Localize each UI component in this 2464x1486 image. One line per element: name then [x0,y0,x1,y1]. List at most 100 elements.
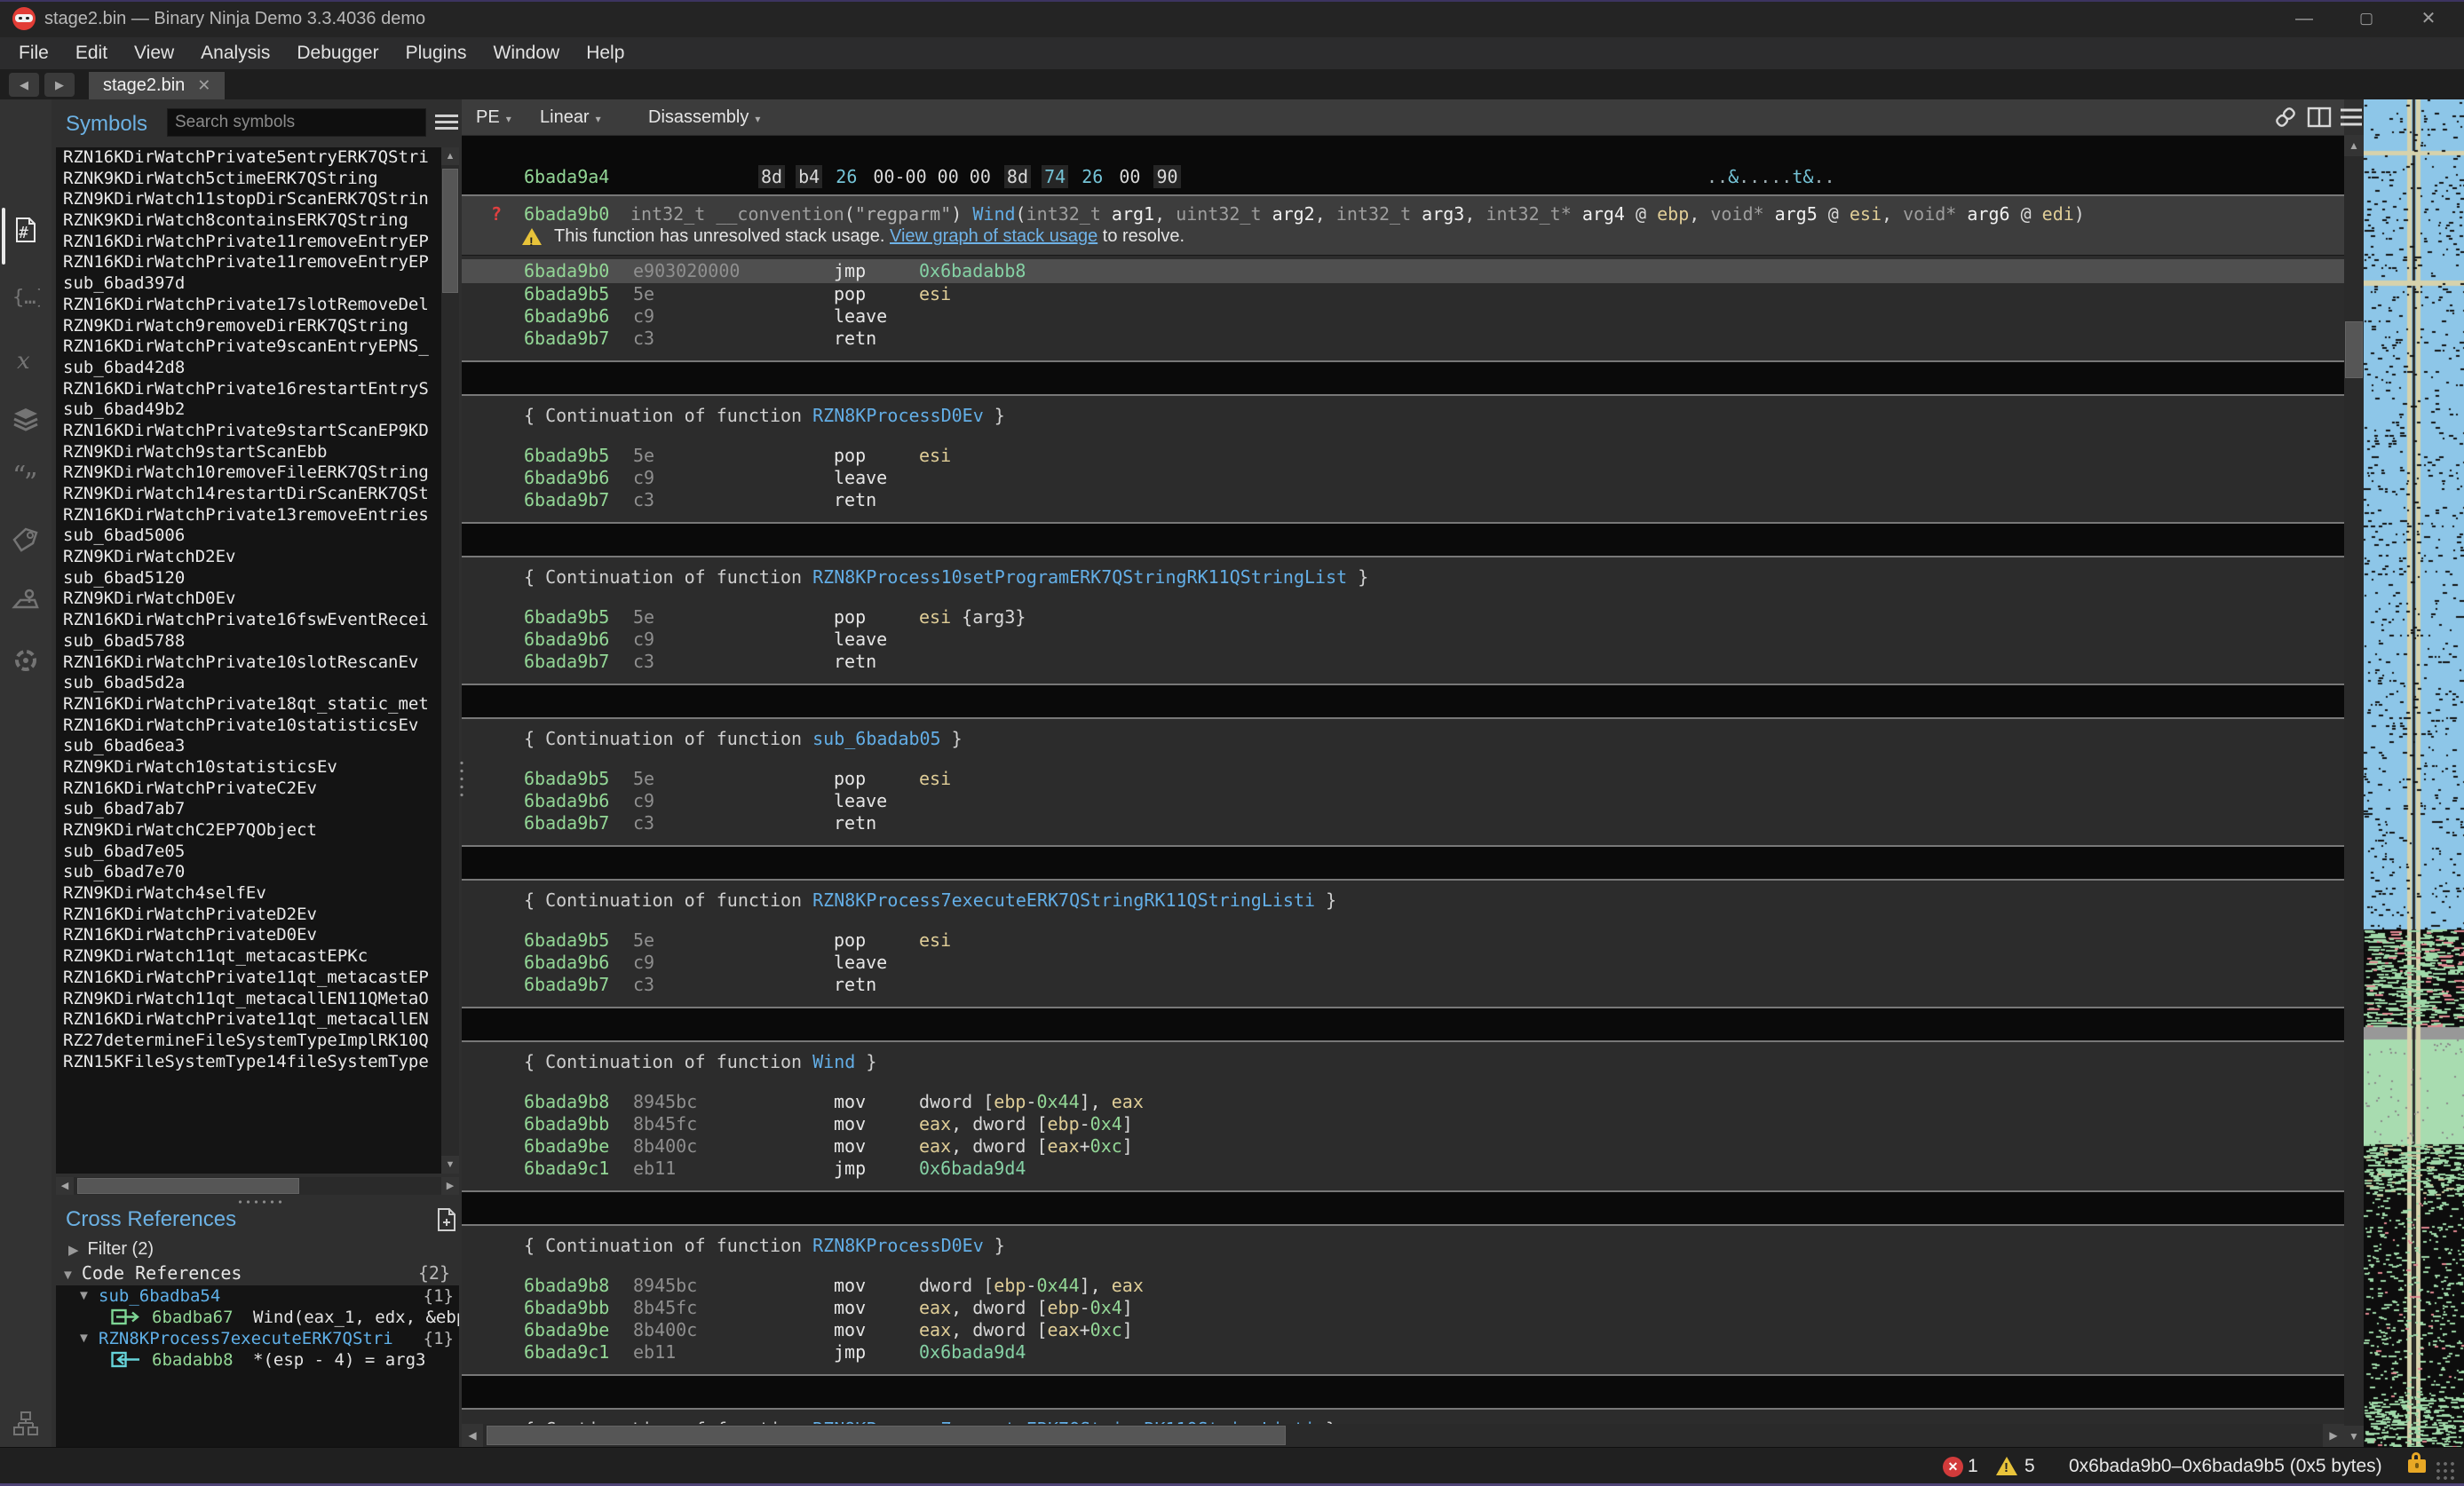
symbol-list-item[interactable]: RZN9KDirWatchD2Ev [56,547,459,568]
stack-layers-icon[interactable] [12,405,40,433]
symbol-list-item[interactable]: RZN9KDirWatch9startScanEbb [56,442,459,463]
symbol-list-item[interactable]: RZN16KDirWatchPrivate10statisticsEv [56,715,459,737]
mnemonic[interactable]: jmp [834,1341,866,1363]
mini-graph-icon[interactable] [12,1410,40,1438]
operands[interactable]: eax, dword [eax+0xc] [919,1319,1133,1341]
disassembly-view[interactable]: 6bada9a48d b4 26 00-00 00 00 8d 74 26 00… [462,136,2344,1424]
operands[interactable]: 0x6badabb8 [919,259,1026,283]
address[interactable]: 6bada9b7 [524,974,609,996]
address[interactable]: 6bada9b6 [524,628,609,651]
instruction-row[interactable]: 6bada9be8b400cmoveax, dword [eax+0xc] [462,1135,2344,1158]
scroll-up-icon[interactable]: ▲ [441,147,459,165]
address[interactable]: 6bada9be [524,1135,609,1158]
symbol-list-item[interactable]: RZN9KDirWatch10removeFileERK7QString [56,462,459,484]
operands[interactable]: esi [919,768,951,790]
hex-byte-row[interactable]: 6bada9a48d b4 26 00-00 00 00 8d 74 26 00… [462,166,2344,188]
symbol-list-item[interactable]: RZN16KDirWatchPrivate10slotRescanEv [56,652,459,674]
mnemonic[interactable]: mov [834,1113,866,1135]
symbol-list-item[interactable]: RZN9KDirWatch14restartDirScanERK7QSt [56,484,459,505]
symbol-list-item[interactable]: RZN16KDirWatchPrivate9scanEntryEPNS_ [56,336,459,358]
sidebar-main-splitter-handle[interactable] [458,759,465,798]
symbol-list-item[interactable]: RZN9KDirWatch11qt_metacastEPKc [56,946,459,968]
symbols-search-input[interactable] [167,108,426,137]
address[interactable]: 6bada9b6 [524,305,609,328]
mnemonic[interactable]: pop [834,283,866,305]
symbol-list-item[interactable]: sub_6bad6ea3 [56,736,459,757]
address[interactable]: 6bada9bb [524,1113,609,1135]
memory-map-icon[interactable] [12,586,40,614]
operands[interactable]: dword [ebp-0x44], eax [919,1275,1144,1297]
instruction-row[interactable]: 6bada9b6c9leave [462,790,2344,812]
tab-nav-forward-button[interactable]: ▶ [44,73,75,97]
instruction-row[interactable]: 6bada9b7c3retn [462,489,2344,511]
symbol-list-item[interactable]: RZN16KDirWatchPrivateD2Ev [56,905,459,926]
symbol-list-item[interactable]: sub_6bad5d2a [56,673,459,694]
mnemonic[interactable]: jmp [834,259,866,283]
symbol-list-item[interactable]: RZN16KDirWatchPrivateD0Ev [56,925,459,946]
symbol-list-item[interactable]: RZN9KDirWatch9removeDirERK7QString [56,316,459,337]
menu-item-file[interactable]: File [5,43,62,64]
mnemonic[interactable]: leave [834,467,887,489]
main-vscrollbar[interactable]: ▲ ▼ [2344,135,2364,1447]
symbol-list-item[interactable]: RZ27determineFileSystemTypeImplRK10Q [56,1031,459,1052]
mnemonic[interactable]: leave [834,305,887,328]
instruction-row[interactable]: 6bada9b7c3retn [462,974,2344,996]
menu-item-plugins[interactable]: Plugins [392,43,480,64]
address[interactable]: 6bada9b5 [524,445,609,467]
address[interactable]: 6bada9b5 [524,929,609,952]
instruction-row[interactable]: 6bada9b55epopesi [462,445,2344,467]
symbol-list-item[interactable]: RZN9KDirWatch11stopDirScanERK7QStrin [56,189,459,210]
symbol-list-item[interactable]: RZN16KDirWatchPrivate11removeEntryEP [56,252,459,273]
symbol-list-item[interactable]: RZN16KDirWatchPrivate13removeEntries [56,505,459,526]
symbols-icon[interactable]: # [12,216,40,244]
address[interactable]: 6bada9b6 [524,952,609,974]
find-target-icon[interactable] [12,646,40,675]
xrefs-filter-row[interactable]: ▶Filter (2) [56,1239,459,1261]
instruction-row[interactable]: 6bada9bb8b45fcmoveax, dword [ebp-0x4] [462,1113,2344,1135]
address[interactable]: 6bada9b7 [524,328,609,350]
address[interactable]: 6bada9b0 [524,259,609,283]
scroll-right-icon[interactable]: ▶ [441,1177,459,1195]
scroll-down-icon[interactable]: ▼ [2344,1426,2364,1447]
symbol-list-item[interactable]: RZN16KDirWatchPrivate11qt_metacastEP [56,968,459,989]
instruction-row[interactable]: 6bada9b88945bcmovdword [ebp-0x44], eax [462,1275,2344,1297]
il-mode-selector[interactable]: Disassembly▾ [648,99,760,135]
view-type-selector[interactable]: Linear▾ [540,99,601,135]
menu-item-window[interactable]: Window [480,43,574,64]
xref-address[interactable]: 6badba67 [152,1307,234,1328]
symbol-list-item[interactable]: sub_6bad5788 [56,631,459,652]
xref-reference-row[interactable]: 6badabb8*(esp - 4) = arg3 [56,1349,459,1371]
xref-function-row[interactable]: ▼sub_6badba54{1} [56,1285,459,1307]
variables-x-icon[interactable]: x [12,346,40,375]
symbol-list-item[interactable]: RZN16KDirWatchPrivate11qt_metacallEN [56,1009,459,1031]
feature-map[interactable] [2364,99,2464,1447]
instruction-row[interactable]: 6bada9b7c3retn [462,651,2344,673]
function-name[interactable]: RZN8KProcessD0Ev [812,405,984,426]
maximize-button[interactable]: ▢ [2346,5,2387,32]
address[interactable]: 6bada9c1 [524,1158,609,1180]
mnemonic[interactable]: retn [834,651,876,673]
main-hscrollbar-thumb[interactable] [487,1426,1286,1445]
menu-item-view[interactable]: View [121,43,187,64]
instruction-row[interactable]: 6bada9b6c9leave [462,952,2344,974]
symbol-list-item[interactable]: sub_6bad42d8 [56,358,459,379]
mnemonic[interactable]: pop [834,768,866,790]
symbol-list-item[interactable]: sub_6bad5120 [56,568,459,589]
symbol-list-item[interactable]: RZN15KFileSystemType14fileSystemType [56,1052,459,1073]
address[interactable]: 6bada9b8 [524,1275,609,1297]
address[interactable]: 6bada9b7 [524,489,609,511]
warning-triangle-icon[interactable] [1996,1457,2017,1475]
operands[interactable]: esi [919,283,951,305]
instruction-row[interactable]: 6bada9b7c3retn [462,812,2344,834]
instruction-row[interactable]: 6bada9c1eb11jmp0x6bada9d4 [462,1341,2344,1363]
scroll-left-icon[interactable]: ◀ [462,1424,483,1447]
symbol-list-item[interactable]: sub_6bad397d [56,273,459,295]
function-name[interactable]: sub_6badab05 [812,728,941,749]
close-window-button[interactable]: ✕ [2408,5,2449,32]
function-signature-row[interactable]: ?6bada9b0int32_t __convention("regparm")… [462,203,2344,225]
address[interactable]: 6bada9b0 [524,203,609,225]
mnemonic[interactable]: mov [834,1297,866,1319]
operands[interactable]: esi [919,929,951,952]
mnemonic[interactable]: retn [834,974,876,996]
mnemonic[interactable]: mov [834,1091,866,1113]
